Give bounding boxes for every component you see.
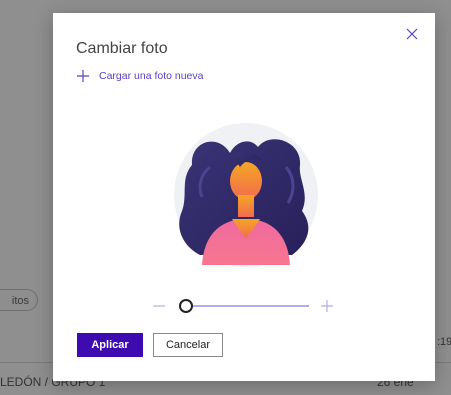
background-filter-chip: itos [0, 289, 38, 311]
background-time: :19 [437, 336, 451, 348]
change-photo-dialog: Cambiar foto Cargar una foto nueva Aplic… [53, 13, 435, 381]
zoom-slider[interactable] [153, 295, 335, 317]
upload-photo-label: Cargar una foto nueva [99, 70, 204, 82]
apply-button[interactable]: Aplicar [77, 333, 143, 357]
cancel-button[interactable]: Cancelar [153, 333, 223, 357]
zoom-thumb[interactable] [178, 299, 193, 313]
upload-photo-link[interactable]: Cargar una foto nueva [77, 70, 204, 82]
close-icon[interactable] [405, 27, 419, 41]
minus-icon[interactable] [153, 300, 165, 312]
avatar-illustration [174, 123, 318, 267]
plus-icon [77, 70, 89, 82]
dialog-title: Cambiar foto [76, 40, 168, 57]
plus-icon[interactable] [321, 300, 333, 312]
zoom-track[interactable] [179, 305, 309, 307]
